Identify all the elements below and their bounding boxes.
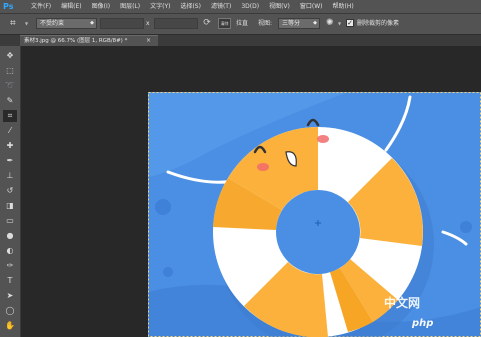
tool-preset-arrow-icon[interactable]: ▼ xyxy=(25,21,28,26)
blur-tool-icon[interactable]: ● xyxy=(3,230,17,242)
menu-items: 文件(F) 编辑(E) 图像(I) 图层(L) 文字(Y) 选择(S) 滤镜(T… xyxy=(26,0,359,13)
menu-view[interactable]: 视图(V) xyxy=(264,0,295,13)
view-label: 视图: xyxy=(258,20,273,27)
crop-icon[interactable]: ⌗ xyxy=(10,18,22,30)
photoshop-logo: Ps xyxy=(3,2,14,11)
chevron-updown-icon: ◆ xyxy=(90,20,94,26)
path-selection-tool-icon[interactable]: ➤ xyxy=(3,290,17,302)
lasso-tool-icon[interactable]: ➰ xyxy=(3,80,17,92)
eyedropper-tool-icon[interactable]: ⁄ xyxy=(3,125,17,137)
view-select-value: 三等分 xyxy=(282,20,301,27)
rectangle-tool-icon[interactable]: ◯ xyxy=(3,305,17,317)
healing-brush-tool-icon[interactable]: ✚ xyxy=(3,140,17,152)
menu-select[interactable]: 选择(S) xyxy=(175,0,206,13)
width-input[interactable] xyxy=(100,18,144,29)
menu-window[interactable]: 窗口(W) xyxy=(295,0,328,13)
ratio-select-value: 不受约束 xyxy=(40,20,65,27)
menu-filter[interactable]: 滤镜(T) xyxy=(206,0,236,13)
right-cheek xyxy=(317,135,329,143)
marquee-tool-icon[interactable]: ⬚ xyxy=(3,65,17,77)
gear-icon[interactable]: ✺ xyxy=(326,18,337,29)
eraser-tool-icon[interactable]: ◨ xyxy=(3,200,17,212)
chevron-updown-icon: ◆ xyxy=(313,20,317,26)
swap-icon[interactable]: ⟳ xyxy=(202,18,212,29)
menu-layer[interactable]: 图层(L) xyxy=(115,0,145,13)
document-canvas[interactable] xyxy=(148,92,481,337)
quick-select-tool-icon[interactable]: ✎ xyxy=(3,95,17,107)
delete-cropped-checkbox[interactable]: ✓ xyxy=(346,19,354,27)
menu-file[interactable]: 文件(F) xyxy=(26,0,56,13)
times-sign: x xyxy=(146,20,150,27)
left-cheek xyxy=(257,163,269,171)
clear-button[interactable]: 清除 xyxy=(218,18,231,29)
options-bar: ⌗ ▼ 不受约束 ◆ x ⟳ 清除 拉直 视图: 三等分 ◆ ✺ ▼ ✓ 删除裁… xyxy=(0,14,481,35)
menu-bar: Ps 文件(F) 编辑(E) 图像(I) 图层(L) 文字(Y) 选择(S) 滤… xyxy=(0,0,481,14)
document-tab-title: 素材3.jpg @ 66.7% (图层 1, RGB/8#) * xyxy=(24,38,128,44)
watermark-php: php xyxy=(412,318,434,329)
height-input[interactable] xyxy=(154,18,198,29)
clone-stamp-tool-icon[interactable]: ⊥ xyxy=(3,170,17,182)
artwork-dot xyxy=(460,221,472,233)
artwork-dot xyxy=(155,199,171,215)
crop-tool-icon[interactable]: ⌗ xyxy=(3,110,17,122)
delete-cropped-label: 删除裁剪的像素 xyxy=(357,20,400,27)
straighten-button[interactable]: 拉直 xyxy=(236,18,248,29)
artwork-dot xyxy=(163,267,173,277)
menu-edit[interactable]: 编辑(E) xyxy=(56,0,86,13)
ratio-select[interactable]: 不受约束 ◆ xyxy=(36,18,97,29)
document-tab[interactable]: 素材3.jpg @ 66.7% (图层 1, RGB/8#) * xyxy=(20,35,158,46)
view-select[interactable]: 三等分 ◆ xyxy=(278,18,320,29)
dodge-tool-icon[interactable]: ◐ xyxy=(3,245,17,257)
gradient-tool-icon[interactable]: ▭ xyxy=(3,215,17,227)
history-brush-tool-icon[interactable]: ↺ xyxy=(3,185,17,197)
move-tool-icon[interactable]: ✥ xyxy=(3,50,17,62)
menu-3d[interactable]: 3D(D) xyxy=(236,0,264,13)
menu-type[interactable]: 文字(Y) xyxy=(145,0,175,13)
type-tool-icon[interactable]: T xyxy=(3,275,17,287)
pen-tool-icon[interactable]: ✑ xyxy=(3,260,17,272)
toolbox: ✥ ⬚ ➰ ✎ ⌗ ⁄ ✚ ✒ ⊥ ↺ ◨ ▭ ● ◐ ✑ T ➤ ◯ ✋ xyxy=(0,46,21,337)
watermark-cn: 中文网 xyxy=(384,296,421,310)
brush-tool-icon[interactable]: ✒ xyxy=(3,155,17,167)
menu-help[interactable]: 帮助(H) xyxy=(328,0,359,13)
hand-tool-icon[interactable]: ✋ xyxy=(3,320,17,332)
chevron-down-icon[interactable]: ▼ xyxy=(338,21,341,26)
close-icon[interactable]: × xyxy=(146,35,154,46)
menu-image[interactable]: 图像(I) xyxy=(87,0,115,13)
